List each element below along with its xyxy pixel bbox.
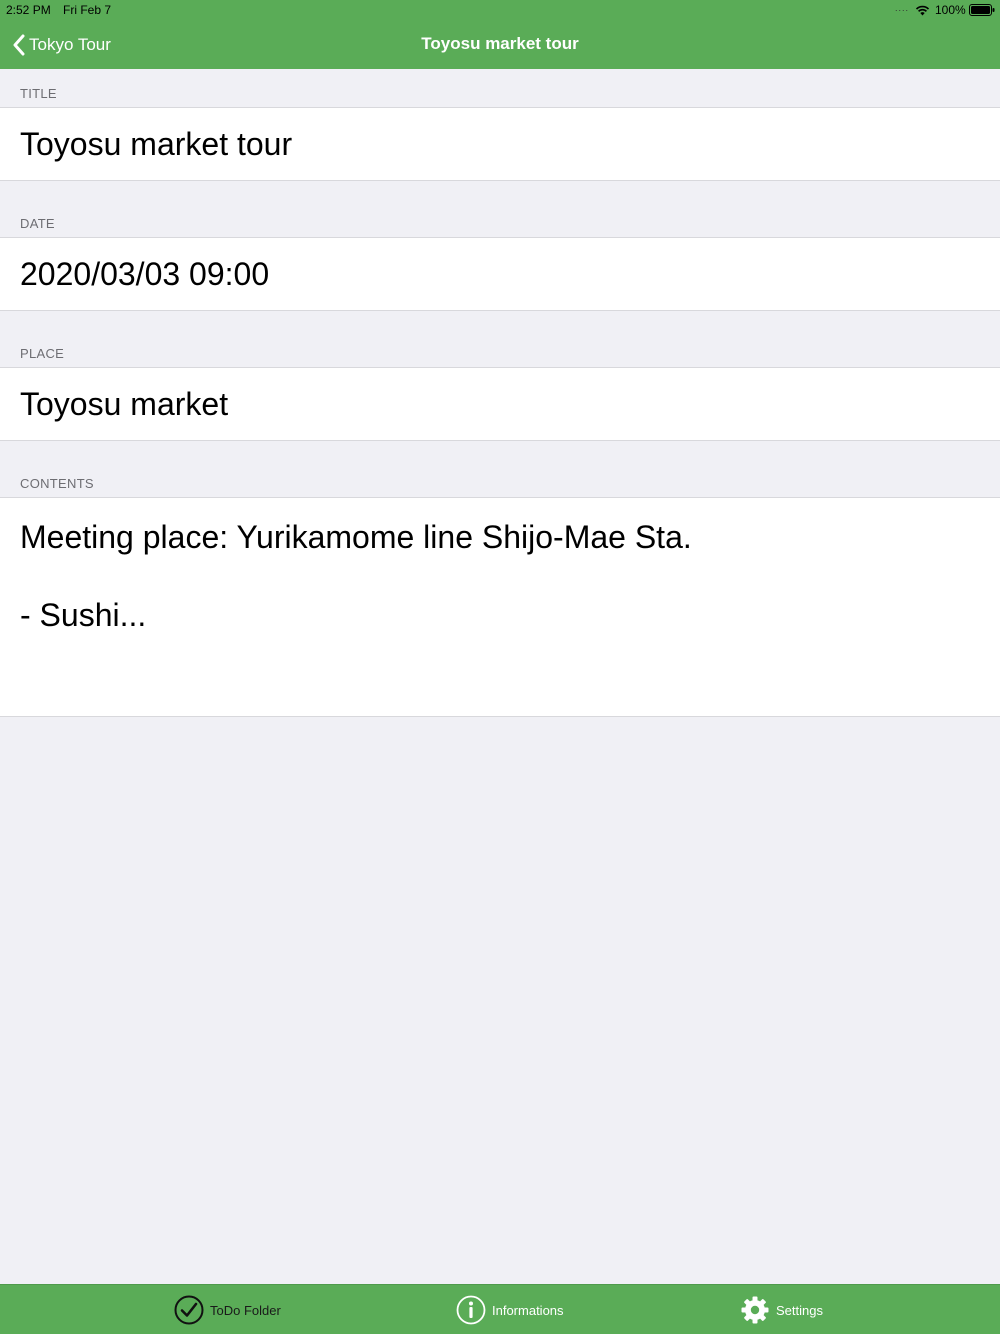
page-title: Toyosu market tour — [421, 34, 579, 53]
status-date: Fri Feb 7 — [63, 3, 112, 17]
tab-settings[interactable]: Settings — [740, 1293, 823, 1327]
tab-settings-label: Settings — [776, 1302, 823, 1318]
tab-todo-folder-label: ToDo Folder — [210, 1302, 281, 1318]
signal-icon: .... — [895, 3, 910, 13]
contents-field[interactable]: Meeting place: Yurikamome line Shijo-Mae… — [0, 497, 1000, 717]
tab-informations[interactable]: Informations — [456, 1293, 564, 1327]
contents-value: Meeting place: Yurikamome line Shijo-Mae… — [20, 519, 692, 633]
place-section-header: PLACE — [20, 346, 65, 361]
contents-section-header: CONTENTS — [20, 476, 94, 491]
checkmark-circle-icon — [174, 1295, 204, 1325]
wifi-icon — [915, 5, 930, 16]
date-field[interactable]: 2020/03/03 09:00 — [0, 237, 1000, 311]
todo-detail-screen: 2:52 PM Fri Feb 7 .... 100% Tokyo Tour T… — [0, 0, 1000, 1334]
place-value: Toyosu market — [20, 386, 229, 422]
title-field[interactable]: Toyosu market tour — [0, 107, 1000, 181]
status-bar: 2:52 PM Fri Feb 7 .... 100% — [0, 0, 1000, 20]
info-circle-icon — [456, 1295, 486, 1325]
tab-todo-folder[interactable]: ToDo Folder — [174, 1293, 281, 1327]
battery-icon — [969, 4, 995, 16]
place-field[interactable]: Toyosu market — [0, 367, 1000, 441]
title-value: Toyosu market tour — [20, 126, 293, 162]
title-section-header: TITLE — [20, 86, 57, 101]
battery-percent: 100% — [935, 3, 966, 17]
navigation-bar: 2:52 PM Fri Feb 7 .... 100% Tokyo Tour T… — [0, 0, 1000, 69]
date-value: 2020/03/03 09:00 — [20, 256, 270, 292]
status-time: 2:52 PM — [6, 3, 51, 17]
tab-bar: ToDo Folder Informations Settings — [0, 1284, 1000, 1334]
tab-informations-label: Informations — [492, 1302, 564, 1318]
gear-icon — [741, 1296, 769, 1324]
date-section-header: DATE — [20, 216, 55, 231]
